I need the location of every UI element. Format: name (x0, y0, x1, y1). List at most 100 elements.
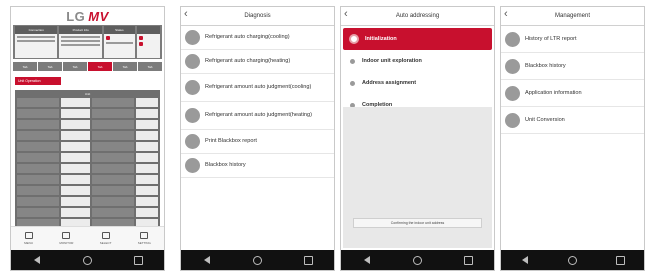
nav-recent-button[interactable] (302, 254, 316, 266)
status-indicator-icon (138, 36, 143, 40)
bottom-navigation: MENU MONITOR SELECT SETTING (11, 226, 164, 250)
menu-item-label: History of LTR report (525, 35, 577, 42)
step-indicator-icon (349, 79, 356, 87)
page-title: Diagnosis (244, 13, 271, 19)
diagnosis-menu-item[interactable]: Print Blackbox report (181, 130, 334, 154)
page-title: Auto addressing (395, 13, 440, 19)
diagnosis-menu-item[interactable]: Blackbox history (181, 154, 334, 178)
diagnosis-menu-item[interactable]: Refrigerant amount auto judgment(heating… (181, 102, 334, 130)
table-cell (135, 142, 158, 151)
function-tab[interactable]: Tab (113, 62, 137, 71)
management-menu-item[interactable]: Application information (501, 80, 644, 107)
step-label: Indoor unit exploration (362, 58, 422, 64)
diagnosis-menu-item[interactable]: Refrigerant amount auto judgment(cooling… (181, 74, 334, 102)
function-tab[interactable]: Tab (13, 62, 37, 71)
bottom-nav-label: MONITOR (59, 241, 74, 245)
function-tab[interactable]: Tab (138, 62, 162, 71)
table-cell (91, 208, 134, 217)
screen-header: ‹ Management (501, 7, 644, 26)
bottom-nav-monitor[interactable]: MONITOR (59, 232, 73, 245)
chevron-left-icon[interactable]: ‹ (504, 8, 508, 20)
unit-table-header: Unit (84, 92, 91, 96)
chevron-left-icon[interactable]: ‹ (184, 8, 188, 20)
table-cell (135, 120, 158, 129)
step-active: Initialization (343, 28, 492, 50)
menu-item-label: Print Blackbox report (205, 138, 257, 144)
table-cell (91, 98, 134, 107)
step: Address assignment (343, 72, 492, 94)
info-header: Status (103, 26, 135, 34)
diagnosis-menu-item[interactable]: Refrigerant auto charging(cooling) (181, 26, 334, 50)
step-indicator-icon (349, 57, 356, 65)
setting-icon (140, 232, 149, 239)
android-navbar (181, 250, 334, 270)
progress-panel: Confirming the indoor unit address (343, 107, 492, 248)
management-menu-item[interactable]: Unit Conversion (501, 107, 644, 134)
table-cell (135, 197, 158, 206)
chevron-left-icon[interactable]: ‹ (344, 8, 348, 20)
table-cell (17, 142, 59, 151)
function-tab-active[interactable]: Tab (88, 62, 112, 71)
menu-item-icon (185, 158, 200, 173)
menu-item-icon (185, 80, 200, 95)
menu-icon (24, 232, 33, 239)
table-row[interactable] (17, 208, 158, 217)
table-row[interactable] (17, 142, 158, 151)
back-triangle-icon (33, 256, 40, 264)
logo-mv: MV (88, 8, 109, 24)
table-cell (91, 131, 134, 140)
status-indicator-icon (105, 36, 110, 40)
table-row[interactable] (17, 153, 158, 162)
table-cell (135, 153, 158, 162)
nav-back-button[interactable] (360, 254, 374, 266)
bottom-nav-setting[interactable]: SETTING (138, 232, 151, 245)
table-cell (135, 109, 158, 118)
management-menu-item[interactable]: Blackbox history (501, 53, 644, 80)
nav-recent-button[interactable] (132, 254, 146, 266)
nav-back-button[interactable] (518, 254, 532, 266)
table-cell (17, 98, 59, 107)
android-navbar (501, 250, 644, 270)
nav-home-button[interactable] (251, 254, 265, 266)
table-cell (60, 131, 90, 140)
table-row[interactable] (17, 109, 158, 118)
table-row[interactable] (17, 98, 158, 107)
diagnosis-menu-item[interactable]: Refrigerant auto charging(heating) (181, 50, 334, 74)
step-indicator-icon (349, 34, 359, 44)
nav-home-button[interactable] (81, 254, 95, 266)
info-cell (103, 34, 135, 58)
confirm-address-button[interactable]: Confirming the indoor unit address (353, 218, 482, 228)
unit-operation-button[interactable]: Unit Operation (15, 77, 61, 85)
table-row[interactable] (17, 197, 158, 206)
table-cell (135, 175, 158, 184)
table-row[interactable] (17, 131, 158, 140)
nav-recent-button[interactable] (613, 254, 627, 266)
table-row[interactable] (17, 175, 158, 184)
nav-home-button[interactable] (565, 254, 579, 266)
menu-item-label: Unit Conversion (525, 116, 565, 123)
function-tab[interactable]: Tab (63, 62, 87, 71)
table-cell (135, 208, 158, 217)
nav-home-button[interactable] (411, 254, 425, 266)
status-indicator-icon (138, 42, 143, 46)
nav-recent-button[interactable] (462, 254, 476, 266)
bottom-nav-select[interactable]: SELECT (100, 232, 111, 245)
table-cell (91, 109, 134, 118)
table-row[interactable] (17, 120, 158, 129)
table-cell (60, 197, 90, 206)
back-triangle-icon (521, 256, 528, 264)
bottom-nav-label: SETTING (137, 241, 151, 245)
menu-item-icon (505, 85, 520, 101)
table-cell (91, 120, 134, 129)
bottom-nav-menu[interactable]: MENU (24, 232, 33, 245)
management-menu-item[interactable]: History of LTR report (501, 26, 644, 53)
function-tab[interactable]: Tab (38, 62, 62, 71)
info-header: Connection (15, 26, 58, 34)
back-triangle-icon (203, 256, 210, 264)
table-cell (91, 142, 134, 151)
table-row[interactable] (17, 164, 158, 173)
nav-back-button[interactable] (30, 254, 44, 266)
table-row[interactable] (17, 186, 158, 195)
nav-back-button[interactable] (200, 254, 214, 266)
menu-item-label: Refrigerant amount auto judgment(cooling… (205, 84, 312, 90)
